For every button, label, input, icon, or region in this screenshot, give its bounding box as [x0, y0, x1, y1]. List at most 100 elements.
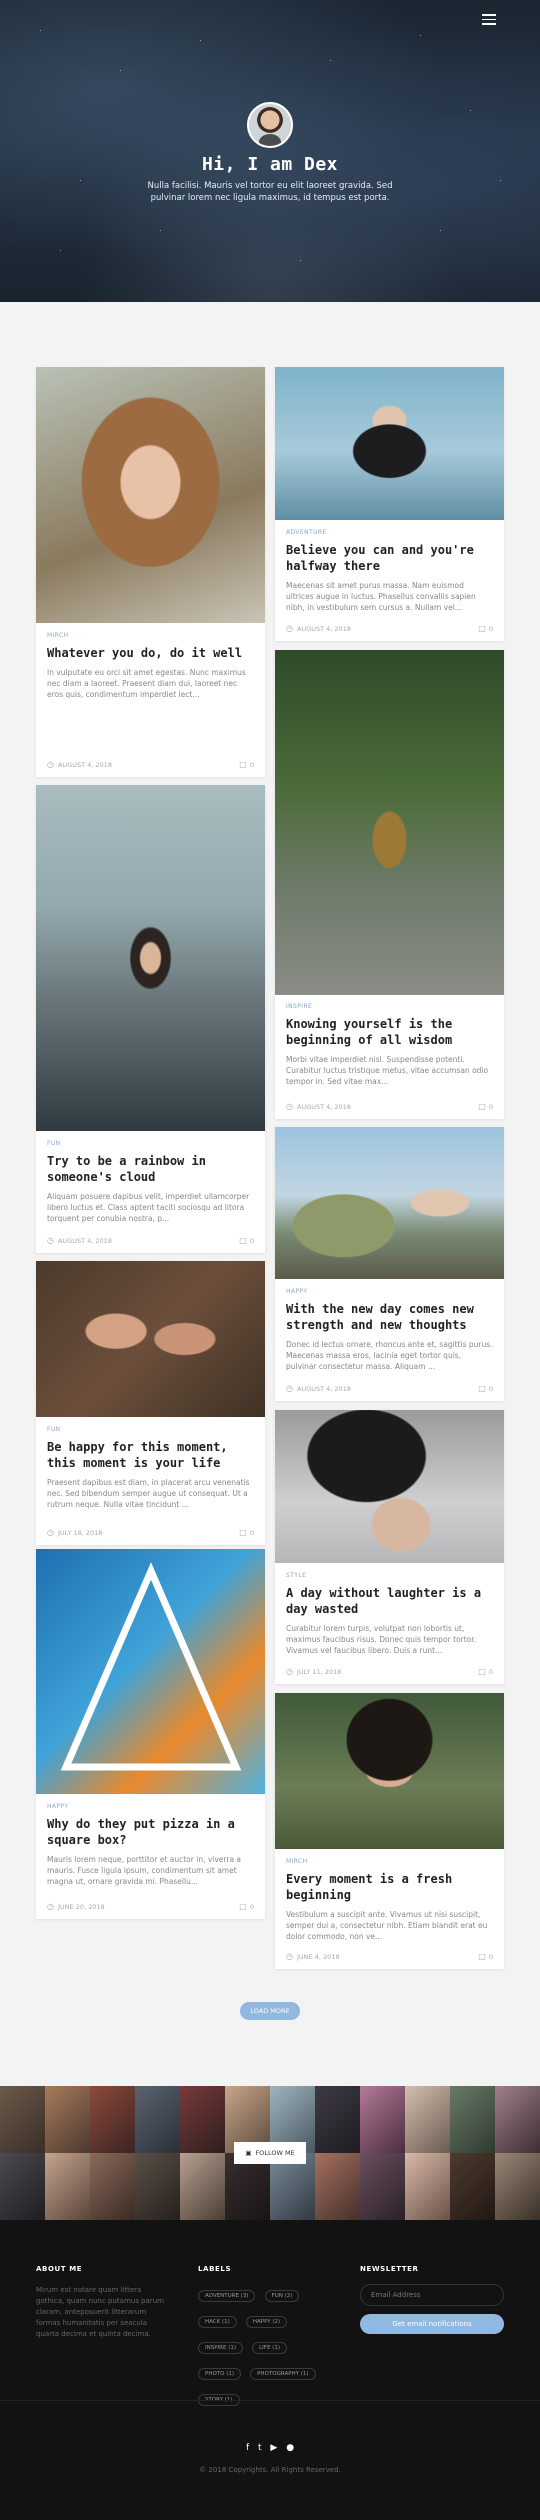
post-image[interactable] [36, 785, 265, 1131]
post-card[interactable]: Inspire Knowing yourself is the beginnin… [275, 650, 504, 1119]
footer-divider [0, 2400, 540, 2401]
youtube-icon[interactable]: ▶ [270, 2443, 277, 2453]
instagram-photo[interactable] [0, 2086, 45, 2153]
instagram-photo[interactable] [360, 2086, 405, 2153]
comment-count[interactable]: 0 [478, 1952, 493, 1961]
instagram-photo[interactable] [495, 2153, 540, 2220]
subscribe-button[interactable]: Get email notifications [360, 2314, 504, 2334]
instagram-photo[interactable] [450, 2086, 495, 2153]
copyright-text: © 2018 Copyrights. All Rights Reserved. [199, 2466, 341, 2474]
post-excerpt: Praesent dapibus est diam, in placerat a… [47, 1478, 250, 1509]
post-tag[interactable]: Inspire [286, 1003, 493, 1010]
email-field[interactable] [360, 2284, 504, 2306]
post-tag[interactable]: Mirch [47, 632, 254, 639]
twitter-icon[interactable]: t [258, 2443, 262, 2453]
instagram-photo[interactable] [90, 2086, 135, 2153]
label-chip[interactable]: Photography (1) [250, 2368, 316, 2380]
label-chip[interactable]: Life (1) [252, 2342, 287, 2354]
post-tag[interactable]: Happy [47, 1803, 254, 1810]
post-card[interactable]: Fun Try to be a rainbow in someone's clo… [36, 785, 265, 1253]
label-chip[interactable]: Fun (2) [264, 2290, 300, 2302]
post-image[interactable] [275, 650, 504, 995]
label-chip[interactable]: Adventure (3) [198, 2290, 256, 2302]
instagram-photo[interactable] [405, 2153, 450, 2220]
post-tag[interactable]: Fun [47, 1426, 254, 1433]
post-title[interactable]: Whatever you do, do it well [47, 645, 254, 661]
post-card[interactable]: Adventure Believe you can and you're hal… [275, 367, 504, 641]
comment-count[interactable]: 0 [239, 1236, 254, 1245]
star-decoration [200, 40, 201, 41]
follow-me-button[interactable]: ▣ Follow me [234, 2142, 306, 2164]
star-decoration [470, 110, 471, 111]
comment-count[interactable]: 0 [239, 760, 254, 769]
hamburger-menu-icon[interactable] [482, 14, 496, 26]
triangle-graphic [60, 1562, 242, 1771]
post-card[interactable]: Happy With the new day comes new strengt… [275, 1127, 504, 1401]
post-date: June 4, 2018 [286, 1952, 340, 1961]
comment-count[interactable]: 0 [478, 1102, 493, 1111]
post-title[interactable]: With the new day comes new strength and … [286, 1301, 493, 1333]
instagram-photo[interactable] [45, 2153, 90, 2220]
star-decoration [80, 180, 81, 181]
comment-count[interactable]: 0 [239, 1528, 254, 1537]
post-image[interactable] [275, 1693, 504, 1849]
instagram-photo[interactable] [180, 2086, 225, 2153]
post-title[interactable]: Believe you can and you're halfway there [286, 542, 493, 574]
post-tag[interactable]: Happy [286, 1288, 493, 1295]
instagram-photo[interactable] [0, 2153, 45, 2220]
instagram-photo[interactable] [405, 2086, 450, 2153]
hero-banner: Hi, I am Dex Nulla facilisi. Mauris vel … [0, 0, 540, 302]
post-tag[interactable]: Adventure [286, 529, 493, 536]
post-date: August 4, 2018 [286, 624, 351, 633]
post-image[interactable] [36, 367, 265, 623]
comment-count[interactable]: 0 [478, 1384, 493, 1393]
instagram-photo[interactable] [45, 2086, 90, 2153]
post-card[interactable]: Happy Why do they put pizza in a square … [36, 1549, 265, 1919]
post-date: July 18, 2018 [47, 1528, 102, 1537]
instagram-icon: ▣ [245, 2149, 252, 2157]
instagram-photo[interactable] [180, 2153, 225, 2220]
post-excerpt: Curabitur lorem turpis, volutpat non lob… [286, 1624, 477, 1655]
label-chip[interactable]: Photo (1) [198, 2368, 242, 2380]
label-chip[interactable]: Inspire (1) [198, 2342, 244, 2354]
post-title[interactable]: Knowing yourself is the beginning of all… [286, 1016, 493, 1048]
post-excerpt: Morbi vitae imperdiet nisl. Suspendisse … [286, 1055, 489, 1086]
post-card[interactable]: Mirch Whatever you do, do it well In vul… [36, 367, 265, 777]
load-more-button[interactable]: Load more [240, 2002, 300, 2020]
comment-count[interactable]: 0 [478, 624, 493, 633]
post-date: August 4, 2018 [47, 760, 112, 769]
star-decoration [440, 230, 441, 231]
instagram-photo[interactable] [135, 2153, 180, 2220]
post-tag[interactable]: Style [286, 1572, 493, 1579]
post-image[interactable] [36, 1261, 265, 1417]
post-image[interactable] [36, 1549, 265, 1794]
comment-count[interactable]: 0 [239, 1902, 254, 1911]
instagram-photo[interactable] [450, 2153, 495, 2220]
instagram-photo[interactable] [315, 2086, 360, 2153]
label-chip[interactable]: Hack (1) [198, 2316, 237, 2328]
github-icon[interactable]: ● [286, 2443, 294, 2453]
post-image[interactable] [275, 367, 504, 520]
instagram-photo[interactable] [360, 2153, 405, 2220]
comment-count[interactable]: 0 [478, 1667, 493, 1676]
post-card[interactable]: Style A day without laughter is a day wa… [275, 1410, 504, 1684]
star-decoration [300, 260, 301, 261]
post-title[interactable]: Be happy for this moment, this moment is… [47, 1439, 254, 1471]
instagram-photo[interactable] [495, 2086, 540, 2153]
post-image[interactable] [275, 1127, 504, 1279]
instagram-photo[interactable] [90, 2153, 135, 2220]
post-title[interactable]: Why do they put pizza in a square box? [47, 1816, 254, 1848]
instagram-photo[interactable] [135, 2086, 180, 2153]
instagram-photo[interactable] [315, 2153, 360, 2220]
post-tag[interactable]: Mirch [286, 1858, 493, 1865]
label-chip[interactable]: Happy (2) [245, 2316, 288, 2328]
post-card[interactable]: Fun Be happy for this moment, this momen… [36, 1261, 265, 1545]
post-title[interactable]: Every moment is a fresh beginning [286, 1871, 493, 1903]
post-image[interactable] [275, 1410, 504, 1563]
post-title[interactable]: Try to be a rainbow in someone's cloud [47, 1153, 254, 1185]
post-tag[interactable]: Fun [47, 1140, 254, 1147]
about-heading: About me [36, 2265, 83, 2273]
post-card[interactable]: Mirch Every moment is a fresh beginning … [275, 1693, 504, 1969]
facebook-icon[interactable]: f [246, 2443, 249, 2453]
post-title[interactable]: A day without laughter is a day wasted [286, 1585, 493, 1617]
